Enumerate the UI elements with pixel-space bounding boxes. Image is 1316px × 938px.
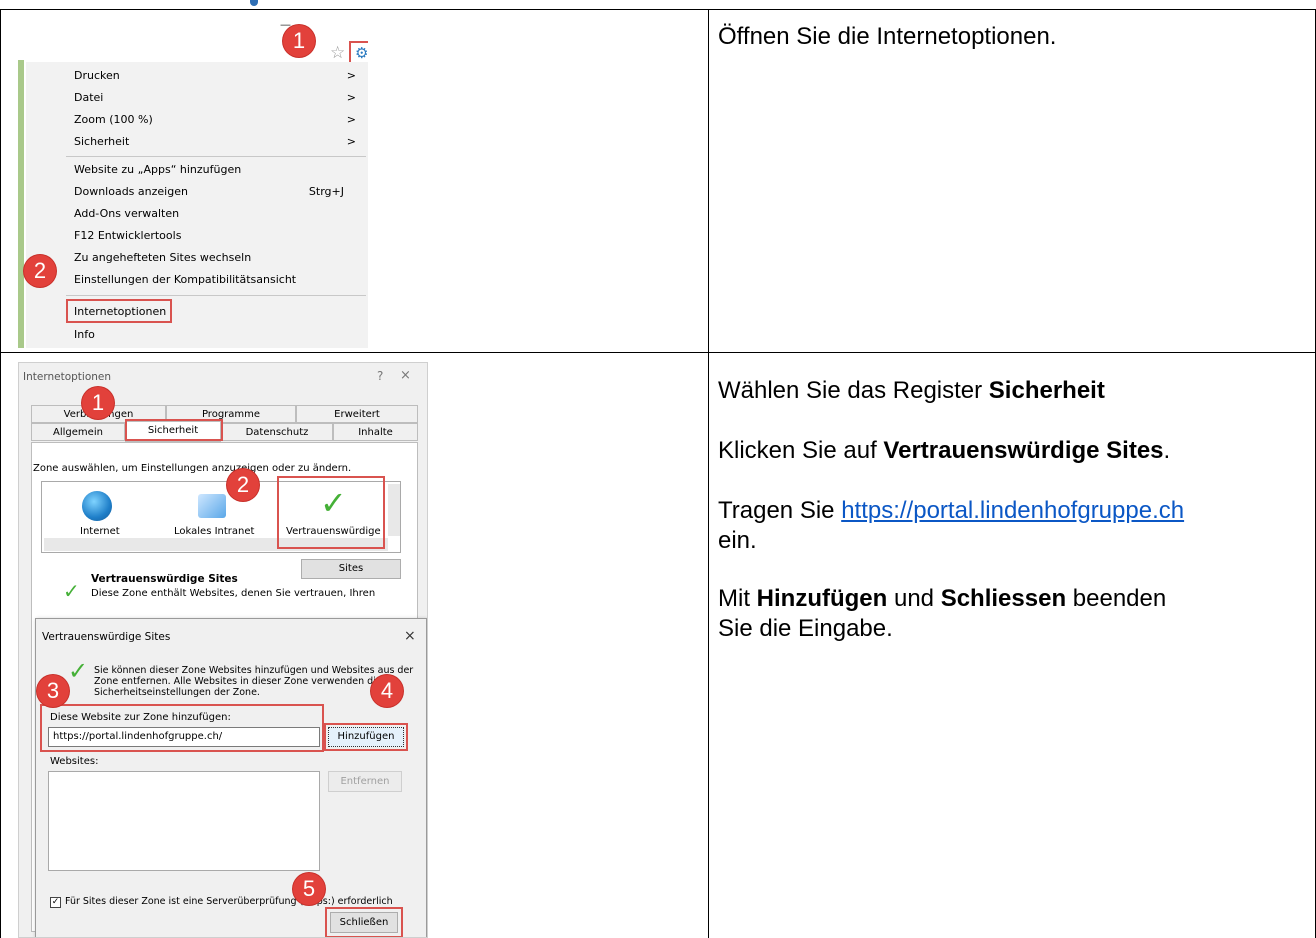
step-badge-2: 2	[24, 255, 56, 287]
page-background-strip	[18, 60, 24, 348]
highlight-trusted-zone	[277, 476, 385, 549]
submenu-arrow-icon: >	[346, 91, 356, 104]
menu-item-label: Zu angehefteten Sites wechseln	[74, 251, 252, 264]
menu-item-label: Add-Ons verwalten	[74, 207, 180, 220]
gear-icon: ⚙	[355, 44, 368, 62]
step-badge-5: 5	[293, 873, 325, 905]
tab-erweitert[interactable]: Erweitert	[296, 405, 418, 423]
menu-item-label: Drucken	[74, 69, 120, 82]
menu-item-label: F12 Entwicklertools	[74, 229, 182, 242]
highlight-internetoptionen	[66, 299, 172, 323]
step-badge-3: 3	[37, 675, 69, 707]
subdialog-close-icon[interactable]: ×	[404, 628, 416, 644]
menu-item-add-to-apps[interactable]: Website zu „Apps“ hinzufügen	[26, 159, 368, 181]
menu-shortcut: Strg+J	[308, 185, 344, 198]
https-required-checkbox[interactable]: ✓	[50, 897, 61, 908]
step-badge-4: 4	[371, 675, 403, 707]
subdialog-info-text: Sie können dieser Zone Websites hinzufüg…	[94, 665, 414, 698]
table-border-middle	[708, 9, 709, 938]
zone-prompt: Zone auswählen, um Einstellungen anzuzei…	[33, 463, 352, 474]
menu-item-label: Info	[74, 328, 95, 341]
menu-item-label: Sicherheit	[74, 135, 130, 148]
tab-inhalte[interactable]: Inhalte	[333, 423, 418, 441]
favorites-star-icon[interactable]: ☆	[330, 43, 345, 63]
menu-separator	[66, 295, 366, 296]
websites-label: Websites:	[50, 756, 99, 767]
sites-button[interactable]: Sites	[301, 559, 401, 579]
instruction-bold: Vertrauenswürdige Sites	[883, 437, 1164, 464]
remove-button[interactable]: Entfernen	[328, 771, 402, 792]
intranet-icon	[198, 494, 226, 518]
instruction-text: ein.	[718, 527, 757, 554]
websites-list[interactable]	[48, 771, 320, 871]
zone-scrollbar-vertical[interactable]	[388, 484, 400, 536]
instruction-bold: Sicherheit	[988, 377, 1105, 404]
submenu-arrow-icon: >	[346, 69, 356, 82]
menu-item-devtools[interactable]: F12 Entwicklertools	[26, 225, 368, 247]
step-badge-2: 2	[227, 469, 259, 501]
close-icon[interactable]: ×	[400, 368, 411, 383]
highlight-close-button	[325, 907, 403, 937]
menu-item-label: Downloads anzeigen	[74, 185, 188, 198]
zone-internet[interactable]: Internet	[80, 526, 120, 537]
instruction-open-options: Öffnen Sie die Internetoptionen.	[718, 23, 1057, 50]
menu-item-datei[interactable]: Datei >	[26, 87, 368, 109]
https-required-label: Für Sites dieser Zone ist eine Serverübe…	[65, 896, 393, 907]
help-icon[interactable]: ?	[377, 369, 383, 383]
table-border-left	[0, 9, 1, 938]
menu-item-compat-view[interactable]: Einstellungen der Kompatibilitätsansicht	[26, 269, 368, 291]
instruction-finish: Mit Hinzufügen und Schliessen beenden Sie…	[718, 584, 1166, 644]
zone-intranet[interactable]: Lokales Intranet	[174, 526, 254, 537]
menu-item-drucken[interactable]: Drucken >	[26, 65, 368, 87]
internet-options-screenshot: Internetoptionen ? × Verbindungen Progra…	[18, 362, 428, 938]
instruction-text: Klicken Sie auf	[718, 437, 884, 464]
instruction-select-tab: Wählen Sie das Register Sicherheit	[718, 376, 1105, 406]
menu-item-info[interactable]: Info	[26, 324, 368, 346]
menu-item-label: Website zu „Apps“ hinzufügen	[74, 163, 242, 176]
instruction-text: beenden	[1066, 585, 1167, 612]
menu-item-pinned-sites[interactable]: Zu angehefteten Sites wechseln	[26, 247, 368, 269]
internet-globe-icon	[82, 491, 112, 521]
instruction-text: .	[1163, 437, 1171, 464]
instruction-text: und	[887, 585, 941, 612]
instruction-text: Sie die Eingabe.	[718, 615, 893, 642]
highlight-sicherheit-tab	[125, 419, 223, 441]
tab-allgemein[interactable]: Allgemein	[31, 423, 125, 441]
instruction-text: Tragen Sie	[718, 497, 842, 524]
menu-item-sicherheit[interactable]: Sicherheit >	[26, 131, 368, 153]
menu-item-label: Datei	[74, 91, 104, 104]
menu-item-addons[interactable]: Add-Ons verwalten	[26, 203, 368, 225]
trusted-sites-dialog: Vertrauenswürdige Sites × ✓ Sie können d…	[35, 618, 427, 937]
portal-link[interactable]: https://portal.lindenhofgruppe.ch	[841, 497, 1184, 524]
trusted-small-check-icon: ✓	[63, 579, 80, 603]
instruction-text: Mit	[718, 585, 757, 612]
instruction-bold: Hinzufügen	[756, 585, 888, 612]
ie-menu-screenshot: — ) ☆ ⚙ Drucken > Datei > Zoom (100 %) > Si…	[18, 12, 368, 348]
menu-item-label: Zoom (100 %)	[74, 113, 153, 126]
step-badge-1: 1	[82, 387, 114, 419]
heading-remnant	[250, 0, 258, 6]
dialog-title: Internetoptionen	[23, 371, 112, 383]
subdialog-title: Vertrauenswürdige Sites	[42, 631, 171, 643]
menu-item-zoom[interactable]: Zoom (100 %) >	[26, 109, 368, 131]
submenu-arrow-icon: >	[346, 113, 356, 126]
highlight-url-input	[40, 704, 324, 752]
step-badge-1: 1	[283, 25, 315, 57]
instruction-bold: Schliessen	[940, 585, 1067, 612]
subdialog-check-icon: ✓	[68, 657, 89, 685]
instruction-text: Wählen Sie das Register	[718, 377, 989, 404]
zone-description: Diese Zone enthält Websites, denen Sie v…	[91, 588, 376, 599]
menu-item-downloads[interactable]: Downloads anzeigen Strg+J	[26, 181, 368, 203]
tab-datenschutz[interactable]: Datenschutz	[221, 423, 333, 441]
menu-item-label: Einstellungen der Kompatibilitätsansicht	[74, 273, 297, 286]
highlight-add-button	[324, 723, 408, 751]
instruction-enter-url: Tragen Sie https://portal.lindenhofgrupp…	[718, 496, 1184, 556]
instruction-click-trusted: Klicken Sie auf Vertrauenswürdige Sites.	[718, 436, 1170, 466]
submenu-arrow-icon: >	[346, 135, 356, 148]
menu-separator	[66, 156, 366, 157]
table-border-row	[0, 352, 1316, 353]
zone-heading: Vertrauenswürdige Sites	[91, 573, 238, 585]
